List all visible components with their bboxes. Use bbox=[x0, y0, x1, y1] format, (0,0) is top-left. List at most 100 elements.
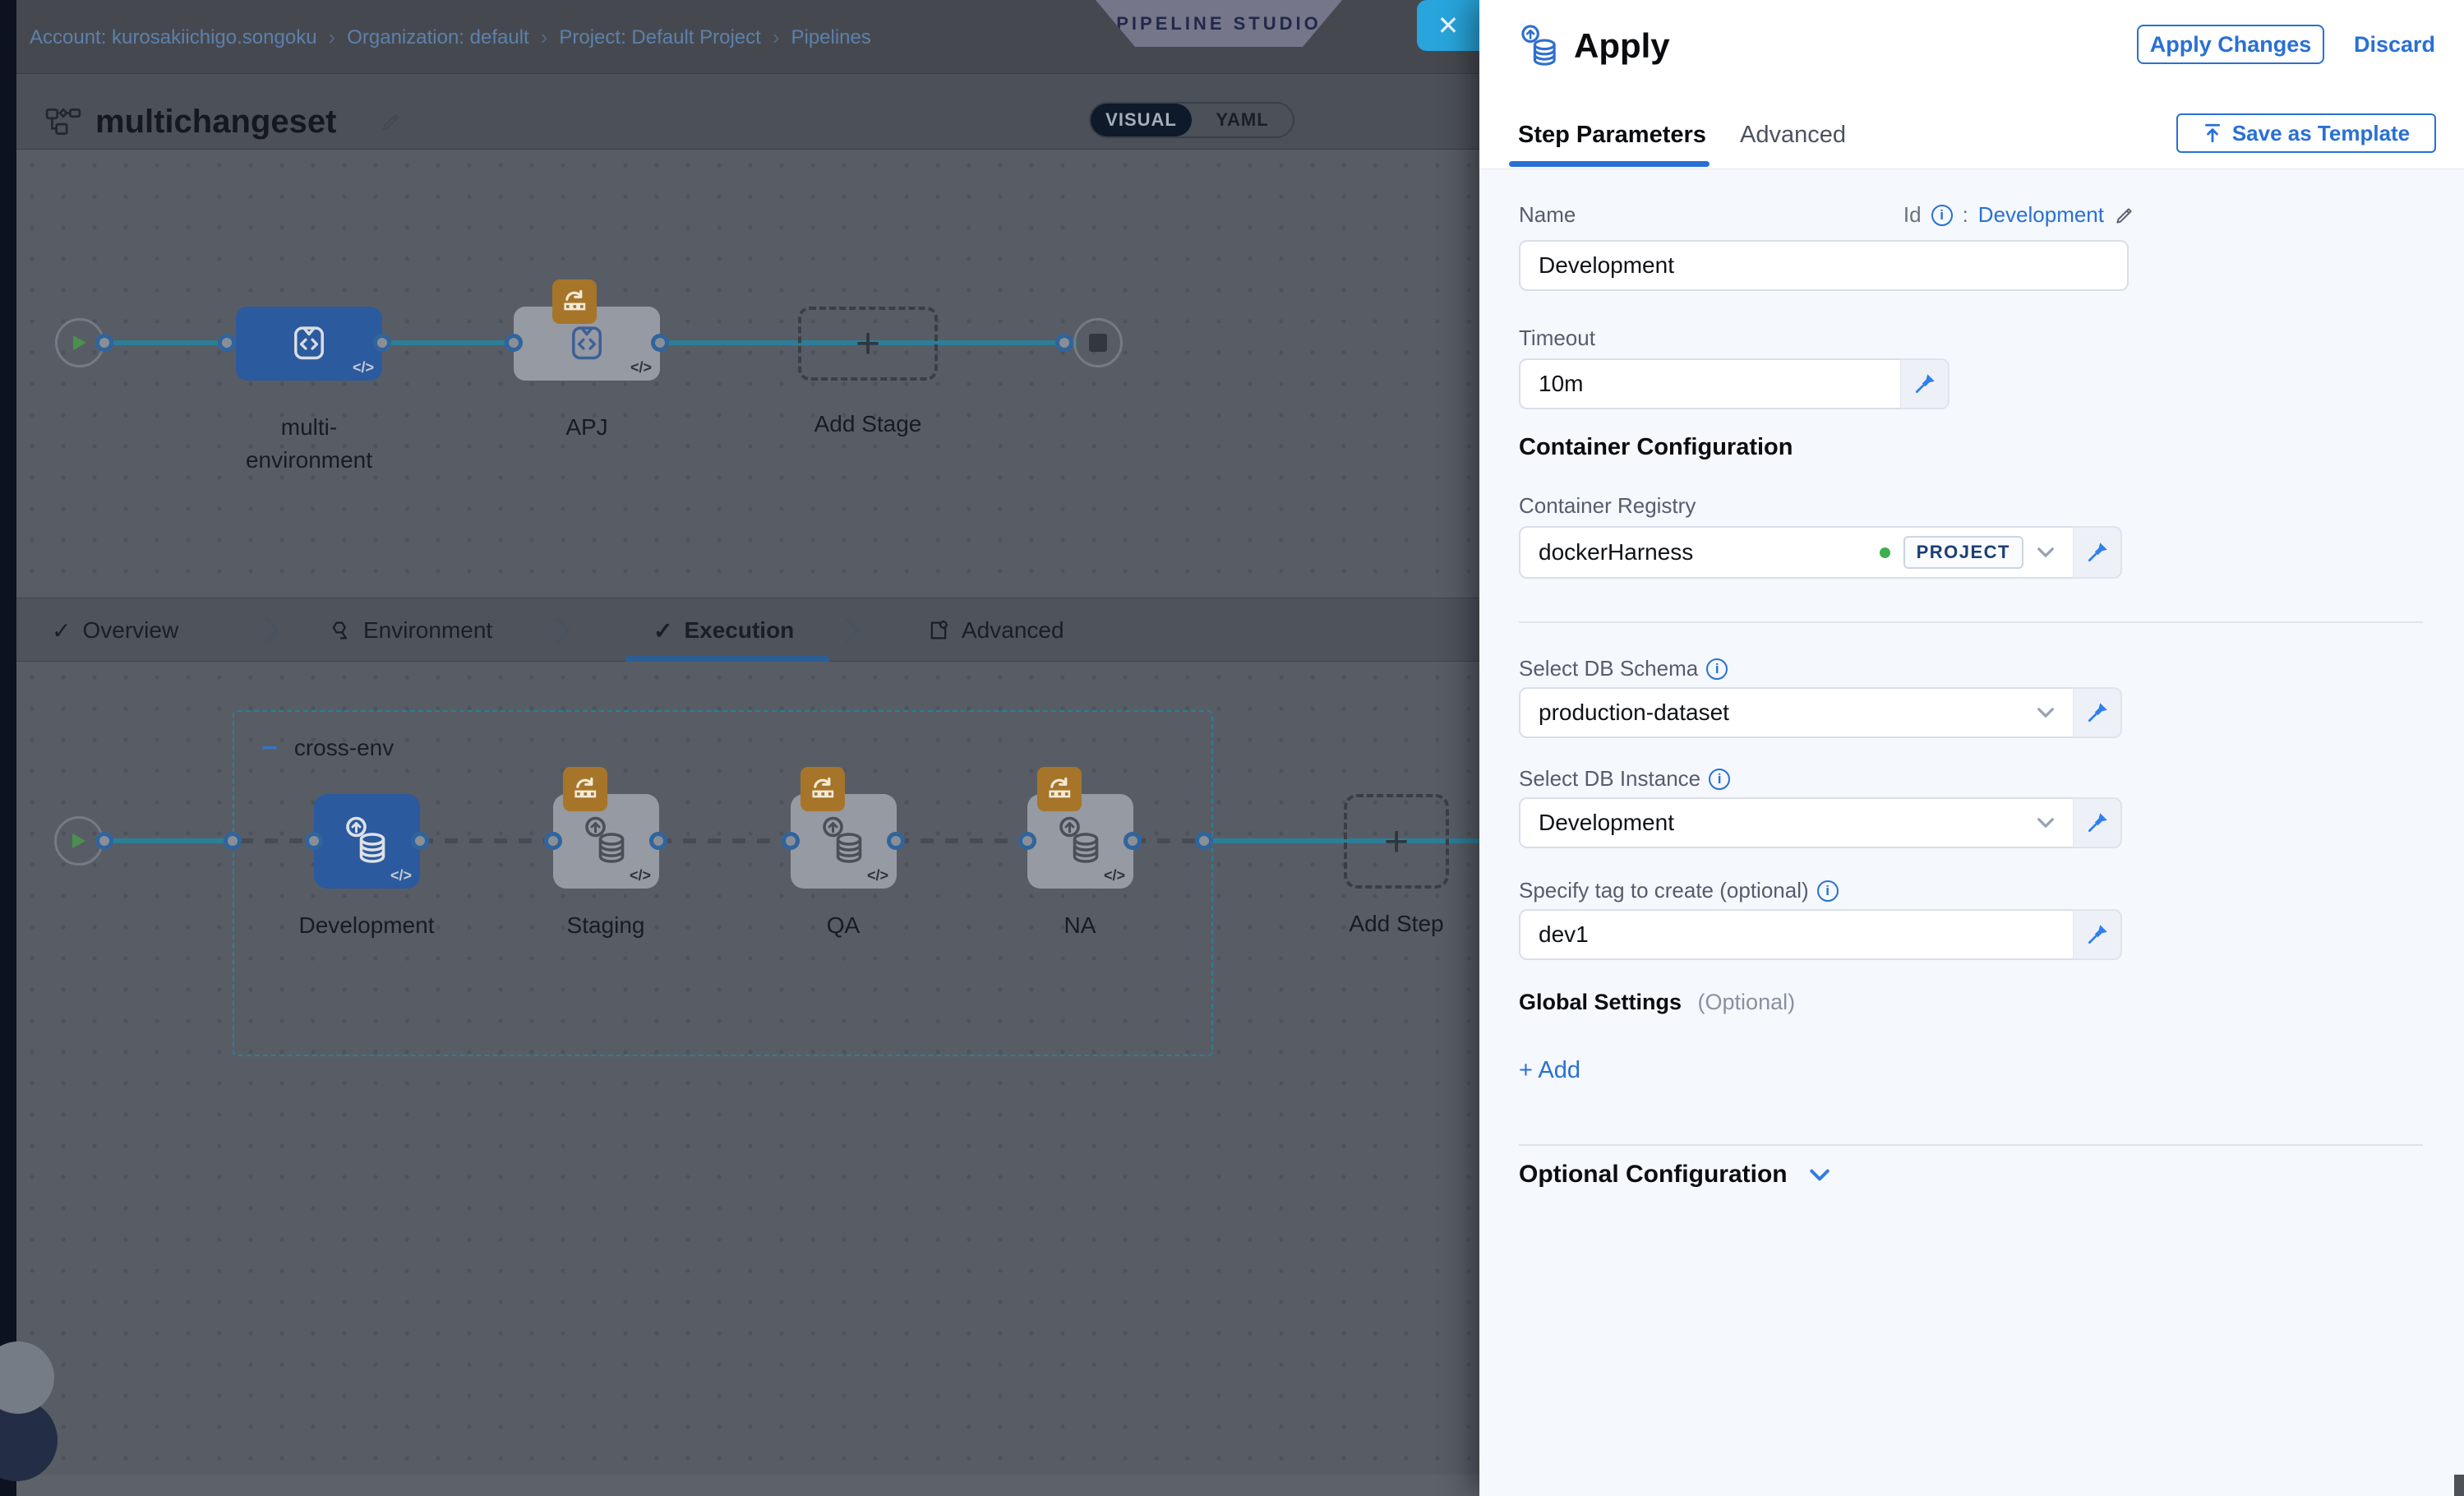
loop-icon bbox=[1045, 775, 1073, 803]
tab-environment[interactable]: Environment bbox=[329, 598, 492, 663]
pin-icon bbox=[2085, 922, 2110, 947]
pin-icon bbox=[2085, 810, 2110, 835]
yaml-code-indicator: </> bbox=[1104, 867, 1125, 884]
db-instance-select[interactable]: Development bbox=[1519, 797, 2074, 848]
node-port bbox=[95, 334, 113, 352]
timeout-field-label: Timeout bbox=[1519, 326, 1595, 351]
breadcrumb-link-project[interactable]: Project: Default Project bbox=[559, 26, 760, 49]
tab-separator-icon bbox=[264, 616, 280, 644]
node-port bbox=[305, 832, 323, 850]
advanced-icon bbox=[927, 619, 950, 642]
discard-button[interactable]: Discard bbox=[2354, 32, 2435, 58]
node-port bbox=[505, 334, 523, 352]
name-input[interactable]: Development bbox=[1519, 240, 2129, 291]
custom-stage-icon bbox=[287, 321, 331, 366]
horizontal-scrollbar[interactable] bbox=[16, 1475, 1479, 1496]
pipeline-title: multichangeset bbox=[95, 104, 336, 141]
tab-advanced[interactable]: Advanced bbox=[1740, 122, 1846, 149]
tag-input[interactable]: dev1 bbox=[1519, 909, 2074, 960]
name-field-label: Name bbox=[1519, 202, 1576, 228]
container-registry-label: Container Registry bbox=[1519, 493, 1696, 519]
db-schema-label: Select DB Schema i bbox=[1519, 656, 1728, 681]
info-icon[interactable]: i bbox=[1709, 769, 1730, 790]
tag-pin-button[interactable] bbox=[2073, 909, 2122, 960]
save-template-icon bbox=[2203, 122, 2222, 144]
collapsed-nav-sidebar bbox=[0, 0, 16, 1496]
registry-pin-button[interactable] bbox=[2073, 526, 2122, 579]
collapse-group-icon[interactable]: − bbox=[261, 736, 278, 760]
info-icon[interactable]: i bbox=[1706, 658, 1728, 680]
tab-label: Advanced bbox=[962, 617, 1064, 644]
stage-canvas bbox=[16, 150, 1479, 598]
tab-advanced[interactable]: Advanced bbox=[927, 598, 1064, 663]
add-global-setting-button[interactable]: + Add bbox=[1519, 1057, 1580, 1084]
environment-icon bbox=[329, 619, 352, 642]
yaml-code-indicator: </> bbox=[867, 867, 888, 884]
global-settings-row: Global Settings (Optional) bbox=[1519, 990, 1795, 1015]
container-registry-input[interactable]: dockerHarness PROJECT bbox=[1519, 526, 2074, 579]
apply-step-icon bbox=[1054, 815, 1108, 869]
node-port bbox=[1124, 832, 1142, 850]
node-port bbox=[1195, 832, 1213, 850]
toggle-yaml[interactable]: YAML bbox=[1192, 104, 1293, 136]
section-divider bbox=[1519, 621, 2423, 623]
group-name: cross-env bbox=[294, 735, 394, 761]
optional-configuration-header[interactable]: Optional Configuration bbox=[1519, 1161, 1830, 1189]
step-node-development[interactable]: </> bbox=[314, 794, 420, 889]
connector-line bbox=[104, 340, 236, 345]
id-separator: : bbox=[1963, 202, 1968, 228]
timeout-pin-button[interactable] bbox=[1900, 358, 1950, 409]
info-icon[interactable]: i bbox=[1931, 205, 1953, 226]
close-pipeline-studio-button[interactable]: ✕ bbox=[1417, 0, 1479, 51]
save-as-template-label: Save as Template bbox=[2232, 121, 2410, 146]
tab-label: Execution bbox=[684, 617, 794, 644]
stage-node-multi-environment[interactable]: </> bbox=[236, 307, 382, 381]
node-port bbox=[224, 832, 242, 850]
chevron-down-icon bbox=[1809, 1168, 1830, 1182]
add-step-node[interactable]: + bbox=[1344, 794, 1449, 889]
chevron-down-icon[interactable] bbox=[2037, 547, 2055, 558]
edit-id-icon[interactable] bbox=[2114, 205, 2135, 226]
node-port bbox=[95, 832, 113, 850]
step-group-header[interactable]: − cross-env bbox=[261, 735, 394, 761]
breadcrumb-separator: › bbox=[773, 25, 780, 50]
tab-step-parameters[interactable]: Step Parameters bbox=[1518, 122, 1706, 149]
tab-overview[interactable]: ✓ Overview bbox=[52, 598, 178, 663]
section-divider bbox=[1519, 1144, 2423, 1146]
id-label: Id bbox=[1903, 202, 1922, 228]
visual-yaml-toggle: VISUAL YAML bbox=[1089, 102, 1294, 138]
tab-separator-icon bbox=[555, 616, 571, 644]
step-title: Apply bbox=[1574, 26, 1670, 66]
info-icon[interactable]: i bbox=[1817, 880, 1839, 902]
save-as-template-button[interactable]: Save as Template bbox=[2176, 113, 2436, 153]
id-value[interactable]: Development bbox=[1978, 202, 2104, 228]
scrollbar-thumb[interactable] bbox=[2454, 1475, 2464, 1496]
node-port bbox=[218, 334, 236, 352]
apply-changes-label: Apply Changes bbox=[2150, 32, 2312, 58]
db-schema-select[interactable]: production-dataset bbox=[1519, 687, 2074, 738]
check-icon: ✓ bbox=[52, 617, 71, 644]
breadcrumb-link-pipelines[interactable]: Pipelines bbox=[791, 26, 870, 49]
optional-configuration-label: Optional Configuration bbox=[1519, 1161, 1788, 1189]
tab-execution[interactable]: ✓ Execution bbox=[653, 598, 794, 663]
edit-pipeline-name-icon[interactable] bbox=[380, 110, 403, 133]
node-port bbox=[1055, 334, 1073, 352]
add-stage-node[interactable]: + bbox=[798, 307, 938, 381]
node-port bbox=[373, 334, 391, 352]
apply-step-icon bbox=[579, 815, 634, 869]
step-config-panel: Apply Apply Changes Discard Step Paramet… bbox=[1479, 0, 2464, 1496]
breadcrumb-link-account[interactable]: Account: kurosakiichigo.songoku bbox=[30, 26, 317, 49]
breadcrumb-link-org[interactable]: Organization: default bbox=[347, 26, 528, 49]
stop-icon bbox=[1089, 334, 1107, 352]
db-instance-pin-button[interactable] bbox=[2073, 797, 2122, 848]
node-port bbox=[649, 832, 667, 850]
toggle-visual[interactable]: VISUAL bbox=[1091, 104, 1192, 136]
apply-changes-button[interactable]: Apply Changes bbox=[2137, 25, 2324, 64]
id-row: Id i : Development bbox=[1903, 202, 2135, 228]
container-registry-value: dockerHarness bbox=[1539, 539, 1866, 566]
db-schema-pin-button[interactable] bbox=[2073, 687, 2122, 738]
timeout-input[interactable]: 10m bbox=[1519, 358, 1902, 409]
looping-strategy-badge bbox=[1037, 767, 1082, 811]
connector-status-dot bbox=[1880, 547, 1890, 558]
node-port bbox=[411, 832, 429, 850]
